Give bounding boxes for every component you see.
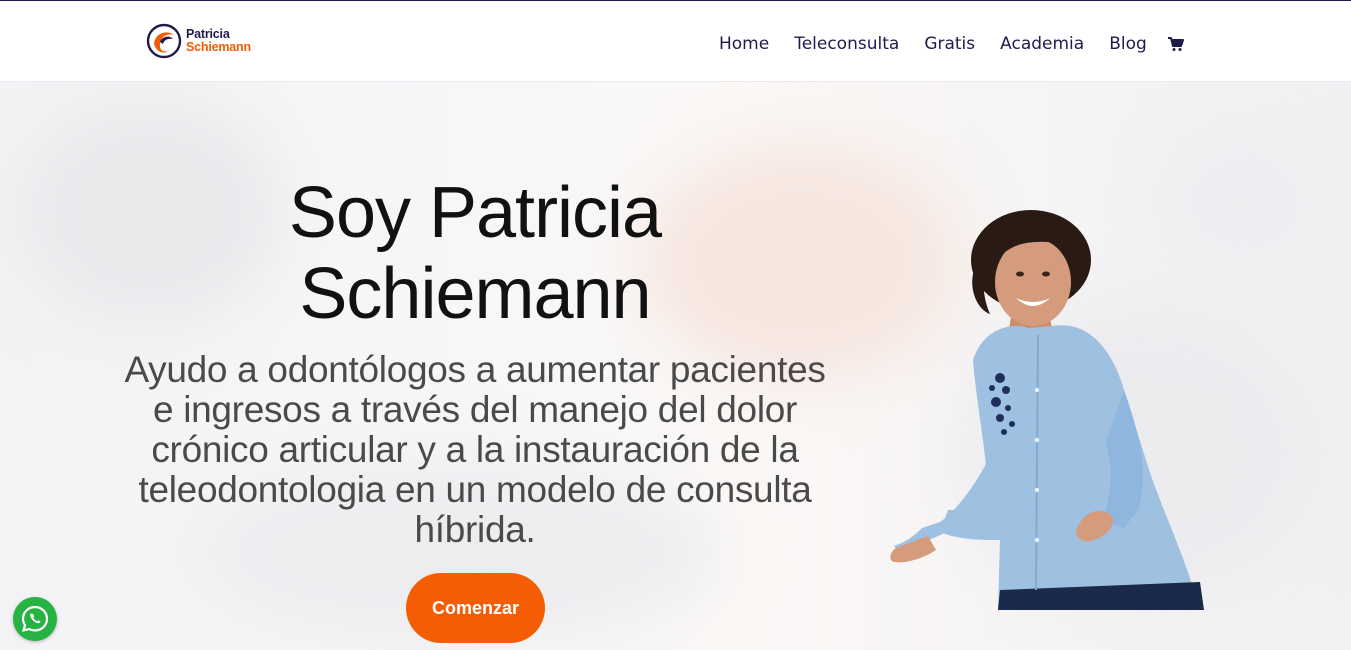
main-nav: Home Teleconsulta Gratis Academia Blog — [719, 32, 1185, 56]
site-logo[interactable]: Patricia Schiemann — [146, 22, 264, 62]
hero-section: Soy Patricia Schiemann Ayudo a odontólog… — [0, 82, 1351, 650]
hero-title-line1: Soy Patricia — [288, 173, 662, 253]
nav-blog[interactable]: Blog — [1109, 33, 1147, 55]
whatsapp-icon — [21, 605, 49, 632]
hero-title-line2: Schiemann — [299, 254, 651, 334]
logo-text-first: Patricia — [186, 27, 230, 41]
nav-academia[interactable]: Academia — [1000, 33, 1084, 55]
nav-home[interactable]: Home — [719, 33, 769, 55]
hero-title: Soy Patricia Schiemann — [160, 172, 790, 334]
nav-gratis[interactable]: Gratis — [924, 33, 975, 55]
start-button[interactable]: Comenzar — [406, 573, 545, 643]
logo-mark-icon — [146, 23, 182, 59]
shopping-cart-icon[interactable] — [1167, 35, 1185, 53]
person-photo — [890, 210, 1204, 610]
nav-teleconsulta[interactable]: Teleconsulta — [794, 33, 899, 55]
hero-subtitle: Ayudo a odontólogos a aumentar pacientes… — [124, 349, 826, 550]
whatsapp-button[interactable] — [13, 597, 57, 641]
site-header: Patricia Schiemann Home Teleconsulta Gra… — [0, 1, 1351, 82]
logo-text-last: Schiemann — [186, 40, 251, 54]
